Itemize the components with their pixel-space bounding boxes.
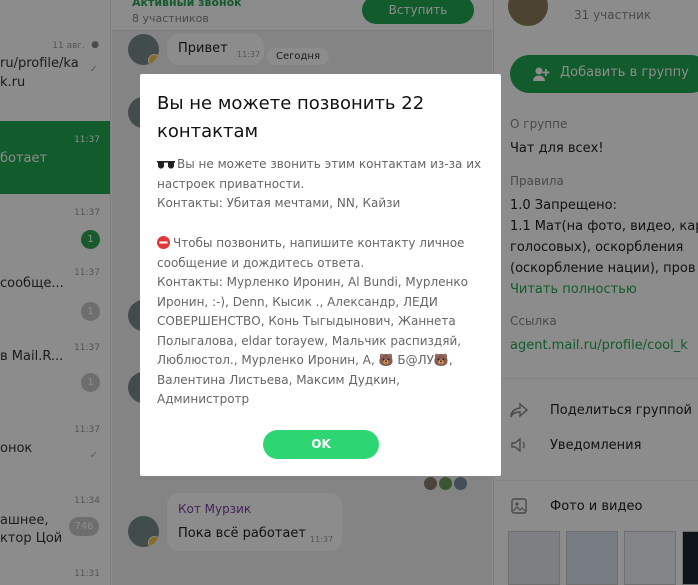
call-restriction-dialog: Вы не можете позвонить 22 контактам Вы н… [140,74,501,476]
sunglasses-icon [157,160,175,168]
privacy-contacts: Контакты: Убитая мечтами, NN, Кайзи [157,196,401,210]
privacy-text: Вы не можете звонить этим контактам из-з… [157,157,482,191]
message-block: Чтобы позвонить, напишите контакту лично… [157,234,487,410]
dialog-title: Вы не можете позвонить 22 контактам [157,93,425,142]
privacy-block: Вы не можете звонить этим контактам из-з… [157,155,487,214]
no-entry-icon [157,236,170,249]
app-window: 11 авг. ● ru/profile/ka k.ru ✓ 11:37 бот… [0,0,698,585]
message-contacts: Контакты: Мурленко Иронин, Al Bundi, Мур… [157,275,468,406]
message-text: Чтобы позвонить, напишите контакту лично… [157,236,465,270]
ok-button[interactable]: OK [263,430,379,459]
